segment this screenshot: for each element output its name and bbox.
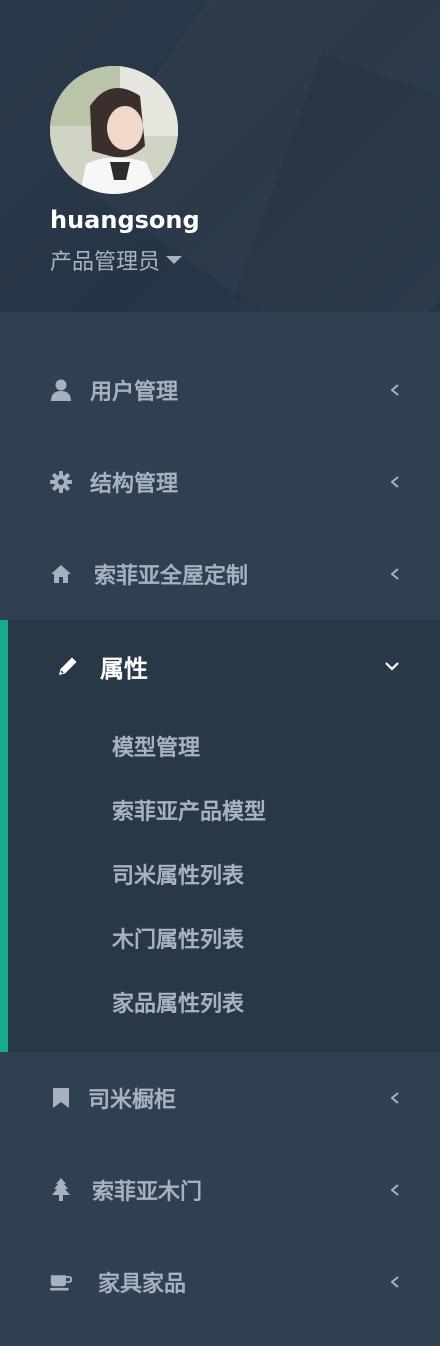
- submenu-item-simi-attr-list[interactable]: 司米属性列表: [112, 858, 244, 890]
- profile-header: huangsong 产品管理员: [0, 0, 440, 312]
- menu-item-simi-cabinet[interactable]: 司米橱柜: [0, 1052, 440, 1144]
- sidebar: huangsong 产品管理员 用户管理 结构管理 索菲亚全屋定制 属性 模型管…: [0, 0, 440, 1346]
- coffee-icon: [50, 1271, 72, 1293]
- menu-label: 结构管理: [90, 472, 179, 497]
- menu-label: 索菲亚木门: [92, 1180, 203, 1205]
- menu-item-sofia-door[interactable]: 索菲亚木门: [0, 1144, 440, 1236]
- chevron-down-icon: [385, 662, 399, 671]
- chevron-left-icon: [390, 1184, 399, 1196]
- menu-label: 司米橱柜: [88, 1088, 177, 1113]
- avatar[interactable]: [50, 66, 178, 194]
- user-icon: [50, 379, 72, 401]
- menu-item-furniture[interactable]: 家具家品: [0, 1236, 440, 1328]
- submenu-item-home-attr-list[interactable]: 家品属性列表: [112, 986, 244, 1018]
- tree-icon: [50, 1178, 72, 1201]
- menu-item-structure-management[interactable]: 结构管理: [0, 436, 440, 528]
- chevron-left-icon: [390, 476, 399, 488]
- menu-label: 索菲亚全屋定制: [94, 564, 249, 589]
- chevron-left-icon: [390, 568, 399, 580]
- gear-icon: [50, 471, 72, 493]
- home-icon: [50, 563, 72, 585]
- chevron-left-icon: [390, 384, 399, 396]
- chevron-left-icon: [390, 1092, 399, 1104]
- pencil-icon: [59, 657, 77, 675]
- role-label: 产品管理员: [50, 250, 161, 275]
- menu-item-attributes-header[interactable]: 属性: [8, 620, 440, 712]
- submenu-item-door-attr-list[interactable]: 木门属性列表: [112, 922, 244, 954]
- caret-down-icon: [166, 256, 183, 264]
- submenu-item-model-management[interactable]: 模型管理: [112, 730, 200, 762]
- menu-item-attributes: 属性 模型管理 索菲亚产品模型 司米属性列表 木门属性列表 家品属性列表: [0, 620, 440, 1052]
- menu-label: 家具家品: [98, 1272, 187, 1297]
- chevron-left-icon: [390, 1276, 399, 1288]
- submenu-item-sofia-product-model[interactable]: 索菲亚产品模型: [112, 794, 266, 826]
- menu-label: 属性: [100, 654, 148, 683]
- username: huangsong: [50, 206, 200, 234]
- menu-item-sofia-custom[interactable]: 索菲亚全屋定制: [0, 528, 440, 620]
- role-dropdown[interactable]: 产品管理员: [50, 244, 183, 276]
- bookmark-icon: [50, 1087, 72, 1109]
- menu-item-user-management[interactable]: 用户管理: [0, 344, 440, 436]
- menu-label: 用户管理: [90, 380, 179, 405]
